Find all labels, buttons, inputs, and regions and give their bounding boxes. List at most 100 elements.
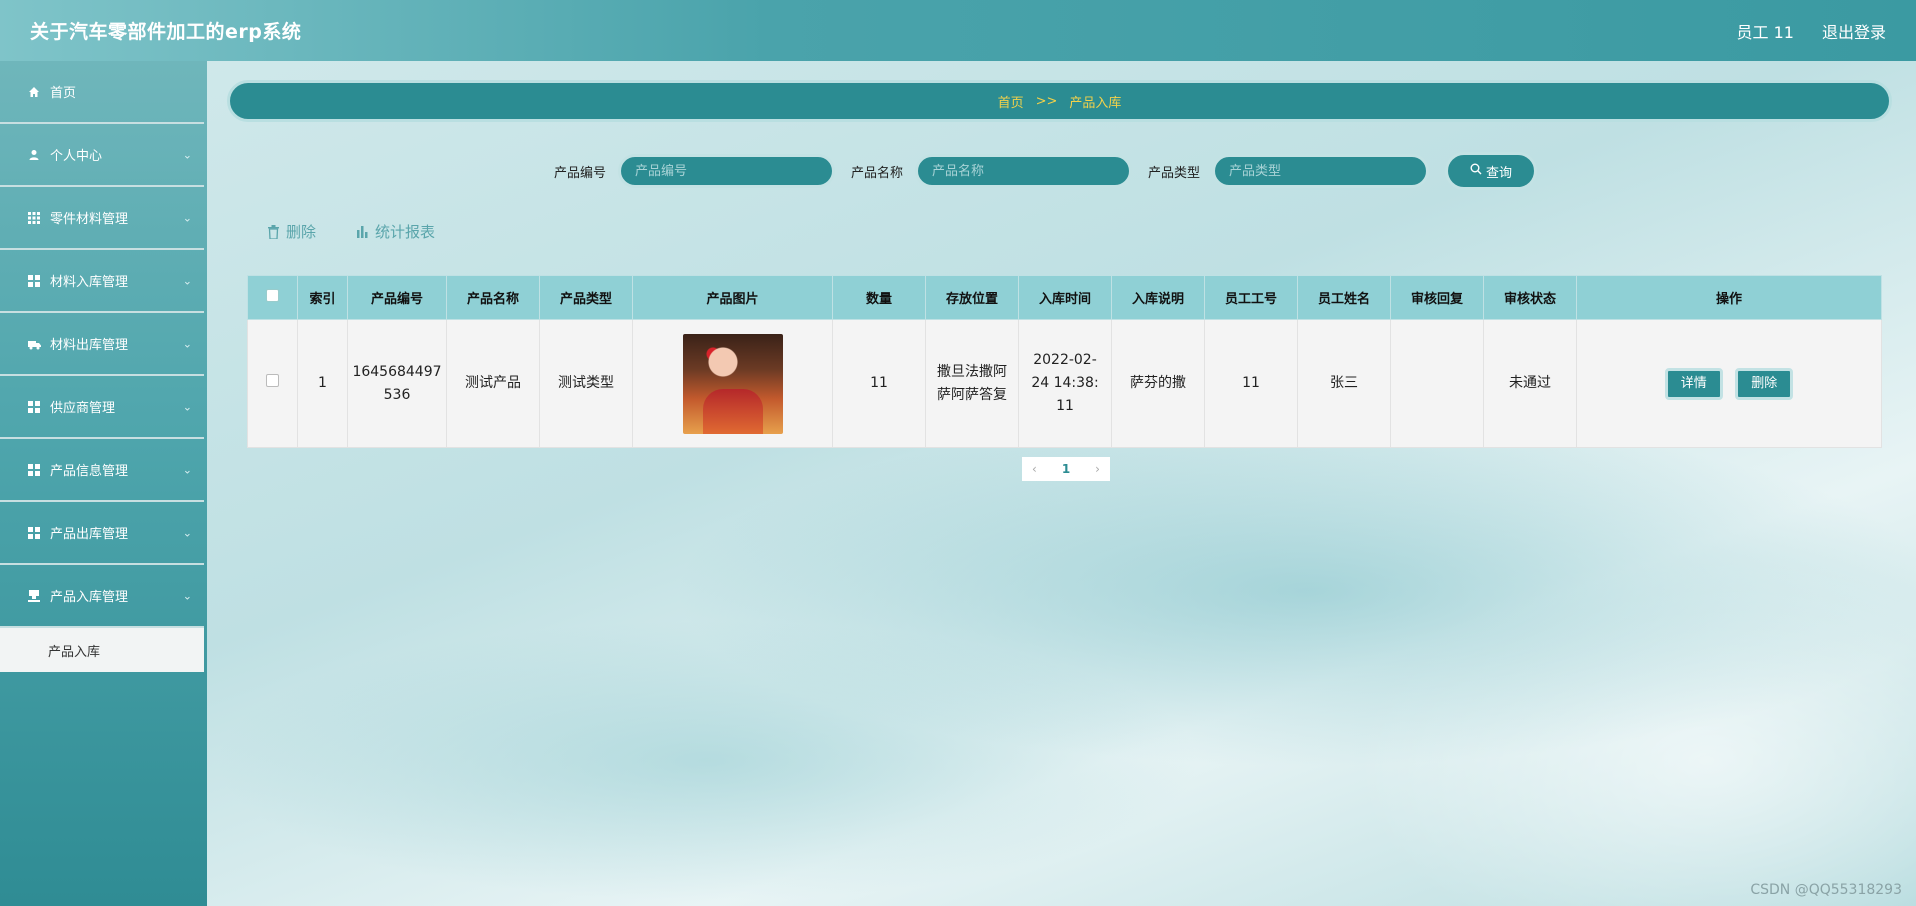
chevron-down-icon: ⌄ <box>182 526 192 539</box>
top-header: 关于汽车零部件加工的erp系统 员工 11 退出登录 <box>0 0 1916 61</box>
column-header: 存放位置 <box>925 275 1019 320</box>
column-header: 产品图片 <box>632 275 833 320</box>
breadcrumb-home[interactable]: 首页 <box>998 92 1024 111</box>
watermark: CSDN @QQ55318293 <box>1750 882 1902 898</box>
cell-product-name: 测试产品 <box>446 319 540 448</box>
chevron-down-icon: ⌄ <box>182 337 192 350</box>
chevron-down-icon: ⌄ <box>182 589 192 602</box>
product-image[interactable] <box>682 333 783 434</box>
column-header: 入库说明 <box>1111 275 1205 320</box>
grid-icon <box>27 526 41 540</box>
column-header: 数量 <box>832 275 926 320</box>
user-icon <box>27 148 41 162</box>
sidebar-item-supplier[interactable]: 供应商管理 ⌄ <box>0 376 204 439</box>
product-code-input[interactable] <box>618 154 836 188</box>
cell-actions: 详情 删除 <box>1576 319 1882 448</box>
delete-button-label: 删除 <box>286 223 317 241</box>
sidebar-item-label: 产品入库管理 <box>50 590 129 605</box>
search-label: 产品类型 <box>1148 165 1201 181</box>
detail-button[interactable]: 详情 <box>1664 367 1723 400</box>
pagination: ‹ 1 › <box>1022 457 1110 481</box>
sidebar-item-product-info[interactable]: 产品信息管理 ⌄ <box>0 439 204 502</box>
sidebar-subitem-product-inbound[interactable]: 产品入库 <box>0 628 204 672</box>
data-table: 索引 产品编号 产品名称 产品类型 产品图片 数量 存放位置 入库时间 入库说明… <box>247 275 1882 448</box>
cell-quantity: 11 <box>832 319 926 448</box>
table-row: 1 1645684497536 测试产品 测试类型 11 撒旦法撒阿萨阿萨答复 … <box>247 319 1882 448</box>
breadcrumb-separator: >> <box>1035 93 1058 109</box>
sidebar-item-label: 材料入库管理 <box>50 275 129 290</box>
grid-icon <box>27 274 41 288</box>
breadcrumb: 首页 >> 产品入库 <box>227 80 1892 122</box>
grid-icon <box>27 211 41 225</box>
product-name-input[interactable] <box>915 154 1133 188</box>
cell-product-code: 1645684497536 <box>347 319 447 448</box>
row-select-cell <box>247 319 298 448</box>
search-field-type: 产品类型 <box>1148 154 1430 188</box>
sidebar-item-product-outbound[interactable]: 产品出库管理 ⌄ <box>0 502 204 565</box>
cell-review-status: 未通过 <box>1483 319 1577 448</box>
app-title: 关于汽车零部件加工的erp系统 <box>30 21 302 43</box>
toolbar: 删除 统计报表 <box>267 221 435 242</box>
column-header: 产品编号 <box>347 275 447 320</box>
cell-employee-no: 11 <box>1204 319 1298 448</box>
row-delete-button[interactable]: 删除 <box>1735 367 1794 400</box>
page-number[interactable]: 1 <box>1062 462 1070 476</box>
table-header-row: 索引 产品编号 产品名称 产品类型 产品图片 数量 存放位置 入库时间 入库说明… <box>247 275 1882 320</box>
cell-inbound-time: 2022-02-24 14:38:11 <box>1018 319 1112 448</box>
sidebar-item-product-inbound[interactable]: 产品入库管理 ⌄ <box>0 565 204 628</box>
grid-icon <box>27 400 41 414</box>
sidebar-item-personal-center[interactable]: 个人中心 ⌄ <box>0 124 204 187</box>
search-icon <box>1470 163 1482 179</box>
sidebar-item-parts-materials[interactable]: 零件材料管理 ⌄ <box>0 187 204 250</box>
breadcrumb-current: 产品入库 <box>1069 95 1122 111</box>
product-type-input[interactable] <box>1212 154 1430 188</box>
column-header: 审核状态 <box>1483 275 1577 320</box>
sidebar-item-label: 首页 <box>50 86 77 101</box>
column-header: 产品名称 <box>446 275 540 320</box>
sidebar-item-label: 个人中心 <box>50 149 103 164</box>
sidebar-item-home[interactable]: 首页 <box>0 61 204 124</box>
cell-review-reply <box>1390 319 1484 448</box>
column-header: 索引 <box>297 275 348 320</box>
chevron-down-icon: ⌄ <box>182 148 192 161</box>
column-header: 员工工号 <box>1204 275 1298 320</box>
chevron-down-icon: ⌄ <box>182 274 192 287</box>
grid-icon <box>27 463 41 477</box>
report-button[interactable]: 统计报表 <box>356 221 435 242</box>
current-user[interactable]: 员工 11 <box>1737 19 1794 43</box>
stamp-icon <box>27 589 41 603</box>
cell-employee-name: 张三 <box>1297 319 1391 448</box>
column-header: 员工姓名 <box>1297 275 1391 320</box>
column-header: 审核回复 <box>1390 275 1484 320</box>
header-user-area: 员工 11 退出登录 <box>1737 19 1886 43</box>
query-button-label: 查询 <box>1486 165 1513 181</box>
cell-product-image <box>632 319 833 448</box>
search-field-code: 产品编号 <box>554 154 836 188</box>
sidebar-item-material-inbound[interactable]: 材料入库管理 ⌄ <box>0 250 204 313</box>
chevron-down-icon: ⌄ <box>182 211 192 224</box>
delete-button[interactable]: 删除 <box>267 221 316 242</box>
row-checkbox[interactable] <box>266 374 279 387</box>
chevron-down-icon: ⌄ <box>182 400 192 413</box>
cell-location: 撒旦法撒阿萨阿萨答复 <box>925 319 1019 448</box>
search-field-name: 产品名称 <box>851 154 1133 188</box>
next-page-icon[interactable]: › <box>1095 462 1100 476</box>
report-button-label: 统计报表 <box>375 223 436 241</box>
search-label: 产品编号 <box>554 165 607 181</box>
select-all-checkbox[interactable] <box>266 289 279 302</box>
cell-index: 1 <box>297 319 348 448</box>
search-bar: 产品编号 产品名称 产品类型 查询 <box>554 151 1538 191</box>
sidebar: 首页 个人中心 ⌄ 零件材料管理 ⌄ 材料入库管理 ⌄ 材料出库管理 ⌄ 供应商… <box>0 61 207 906</box>
sidebar-item-material-outbound[interactable]: 材料出库管理 ⌄ <box>0 313 204 376</box>
sidebar-item-label: 零件材料管理 <box>50 212 129 227</box>
select-all-cell <box>247 275 298 320</box>
sidebar-item-label: 产品出库管理 <box>50 527 129 542</box>
column-header: 产品类型 <box>539 275 633 320</box>
query-button[interactable]: 查询 <box>1445 152 1538 190</box>
prev-page-icon[interactable]: ‹ <box>1032 462 1037 476</box>
column-header: 操作 <box>1576 275 1882 320</box>
bar-chart-icon <box>356 225 369 238</box>
cell-note: 萨芬的撒 <box>1111 319 1205 448</box>
cell-product-type: 测试类型 <box>539 319 633 448</box>
logout-link[interactable]: 退出登录 <box>1822 19 1886 43</box>
